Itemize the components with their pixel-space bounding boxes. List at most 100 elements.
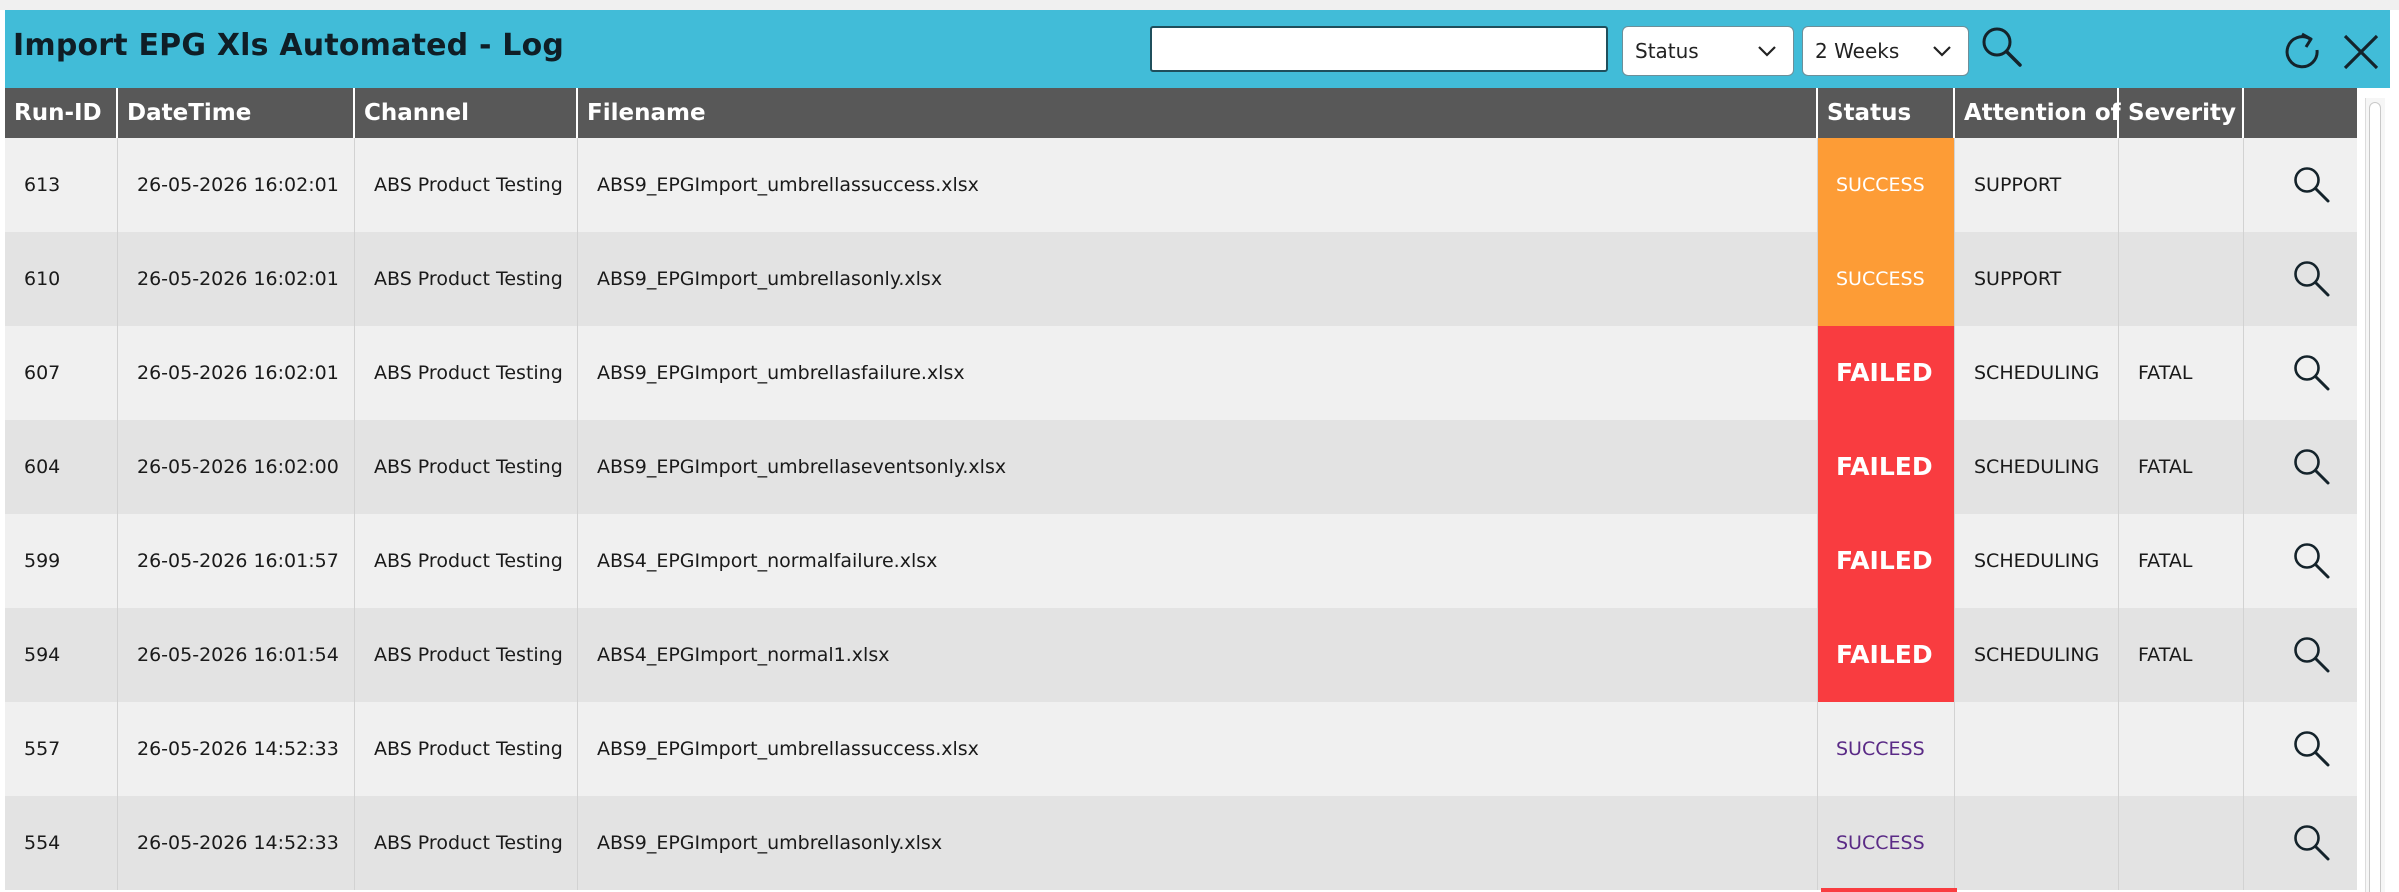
window-title: Import EPG Xls Automated - Log: [13, 28, 565, 63]
column-header-status[interactable]: Status: [1818, 88, 1955, 138]
table-row[interactable]: 613 26-05-2026 16:02:01 ABS Product Test…: [5, 138, 2357, 232]
view-details-search-icon[interactable]: [2291, 822, 2331, 862]
filename-cell: ABS9_EPGImport_umbrellasfailure.xlsx: [578, 326, 1818, 420]
filename-cell: ABS9_EPGImport_umbrellassuccess.xlsx: [578, 138, 1818, 232]
chevron-down-icon: [1933, 46, 1951, 57]
run-id-cell: 557: [5, 702, 118, 796]
status-badge: FAILED: [1818, 514, 1955, 608]
table-row[interactable]: 557 26-05-2026 14:52:33 ABS Product Test…: [5, 702, 2357, 796]
attention-cell: SCHEDULING: [1955, 608, 2119, 702]
channel-cell: ABS Product Testing: [355, 796, 578, 890]
table-header: Run-ID DateTime Channel Filename Status …: [5, 88, 2357, 138]
severity-cell: [2119, 702, 2244, 796]
status-badge: FAILED: [1818, 326, 1955, 420]
actions-cell: [2244, 608, 2357, 702]
attention-cell: SCHEDULING: [1955, 420, 2119, 514]
attention-cell: SUPPORT: [1955, 138, 2119, 232]
run-id-cell: 554: [5, 796, 118, 890]
view-details-search-icon[interactable]: [2291, 540, 2331, 580]
status-text: SUCCESS: [1818, 796, 1955, 890]
table-row[interactable]: 554 26-05-2026 14:52:33 ABS Product Test…: [5, 796, 2357, 890]
channel-cell: ABS Product Testing: [355, 514, 578, 608]
channel-cell: ABS Product Testing: [355, 420, 578, 514]
chevron-down-icon: [1758, 46, 1776, 57]
run-id-cell: 594: [5, 608, 118, 702]
status-badge: FAILED: [1818, 608, 1955, 702]
column-header-actions: [2244, 88, 2357, 138]
close-icon[interactable]: [2337, 28, 2385, 76]
filename-cell: ABS9_EPGImport_umbrellasonly.xlsx: [578, 796, 1818, 890]
channel-cell: ABS Product Testing: [355, 702, 578, 796]
status-badge: FAILED: [1818, 420, 1955, 514]
attention-cell: SUPPORT: [1955, 232, 2119, 326]
period-filter-select[interactable]: 2 Weeks: [1802, 26, 1969, 76]
status-text: SUCCESS: [1818, 702, 1955, 796]
view-details-search-icon[interactable]: [2291, 446, 2331, 486]
search-input[interactable]: [1150, 26, 1608, 72]
view-details-search-icon[interactable]: [2291, 352, 2331, 392]
run-id-cell: 610: [5, 232, 118, 326]
status-filter-value: Status: [1635, 39, 1699, 63]
attention-cell: [1955, 796, 2119, 890]
status-badge: SUCCESS: [1818, 138, 1955, 232]
column-header-severity[interactable]: Severity: [2119, 88, 2244, 138]
filename-cell: ABS4_EPGImport_normal1.xlsx: [578, 608, 1818, 702]
log-window: Import EPG Xls Automated - Log Status 2 …: [5, 10, 2390, 892]
attention-cell: SCHEDULING: [1955, 514, 2119, 608]
run-id-cell: 607: [5, 326, 118, 420]
actions-cell: [2244, 702, 2357, 796]
actions-cell: [2244, 514, 2357, 608]
view-details-search-icon[interactable]: [2291, 634, 2331, 674]
severity-cell: FATAL: [2119, 608, 2244, 702]
column-header-attention-of[interactable]: Attention of: [1955, 88, 2121, 138]
attention-cell: [1955, 702, 2119, 796]
actions-cell: [2244, 326, 2357, 420]
run-id-cell: 599: [5, 514, 118, 608]
title-bar: Import EPG Xls Automated - Log Status 2 …: [5, 10, 2390, 88]
datetime-cell: 26-05-2026 16:02:01: [118, 326, 355, 420]
severity-cell: [2119, 232, 2244, 326]
table-row[interactable]: 610 26-05-2026 16:02:01 ABS Product Test…: [5, 232, 2357, 326]
datetime-cell: 26-05-2026 16:02:01: [118, 138, 355, 232]
filename-cell: ABS4_EPGImport_normalfailure.xlsx: [578, 514, 1818, 608]
column-header-run-id[interactable]: Run-ID: [5, 88, 118, 138]
status-filter-select[interactable]: Status: [1622, 26, 1794, 76]
severity-cell: [2119, 796, 2244, 890]
vertical-scrollbar-thumb[interactable]: [2369, 102, 2381, 892]
actions-cell: [2244, 420, 2357, 514]
actions-cell: [2244, 796, 2357, 890]
column-header-datetime[interactable]: DateTime: [118, 88, 355, 138]
refresh-icon[interactable]: [2279, 28, 2327, 76]
period-filter-value: 2 Weeks: [1815, 39, 1900, 63]
actions-cell: [2244, 232, 2357, 326]
channel-cell: ABS Product Testing: [355, 608, 578, 702]
channel-cell: ABS Product Testing: [355, 326, 578, 420]
filename-cell: ABS9_EPGImport_umbrellasonly.xlsx: [578, 232, 1818, 326]
view-details-search-icon[interactable]: [2291, 258, 2331, 298]
datetime-cell: 26-05-2026 16:02:00: [118, 420, 355, 514]
datetime-cell: 26-05-2026 16:02:01: [118, 232, 355, 326]
channel-cell: ABS Product Testing: [355, 138, 578, 232]
severity-cell: [2119, 138, 2244, 232]
severity-cell: FATAL: [2119, 326, 2244, 420]
search-icon[interactable]: [1979, 24, 2025, 70]
datetime-cell: 26-05-2026 16:01:57: [118, 514, 355, 608]
table-row[interactable]: 604 26-05-2026 16:02:00 ABS Product Test…: [5, 420, 2357, 514]
run-id-cell: 604: [5, 420, 118, 514]
channel-cell: ABS Product Testing: [355, 232, 578, 326]
attention-cell: SCHEDULING: [1955, 326, 2119, 420]
view-details-search-icon[interactable]: [2291, 728, 2331, 768]
filename-cell: ABS9_EPGImport_umbrellassuccess.xlsx: [578, 702, 1818, 796]
column-header-filename[interactable]: Filename: [578, 88, 1818, 138]
table-row[interactable]: 594 26-05-2026 16:01:54 ABS Product Test…: [5, 608, 2357, 702]
actions-cell: [2244, 138, 2357, 232]
severity-cell: FATAL: [2119, 514, 2244, 608]
top-strip: [0, 0, 2399, 10]
severity-cell: FATAL: [2119, 420, 2244, 514]
table-row[interactable]: 607 26-05-2026 16:02:01 ABS Product Test…: [5, 326, 2357, 420]
table-row[interactable]: 599 26-05-2026 16:01:57 ABS Product Test…: [5, 514, 2357, 608]
view-details-search-icon[interactable]: [2291, 164, 2331, 204]
datetime-cell: 26-05-2026 14:52:33: [118, 796, 355, 890]
run-id-cell: 613: [5, 138, 118, 232]
column-header-channel[interactable]: Channel: [355, 88, 578, 138]
